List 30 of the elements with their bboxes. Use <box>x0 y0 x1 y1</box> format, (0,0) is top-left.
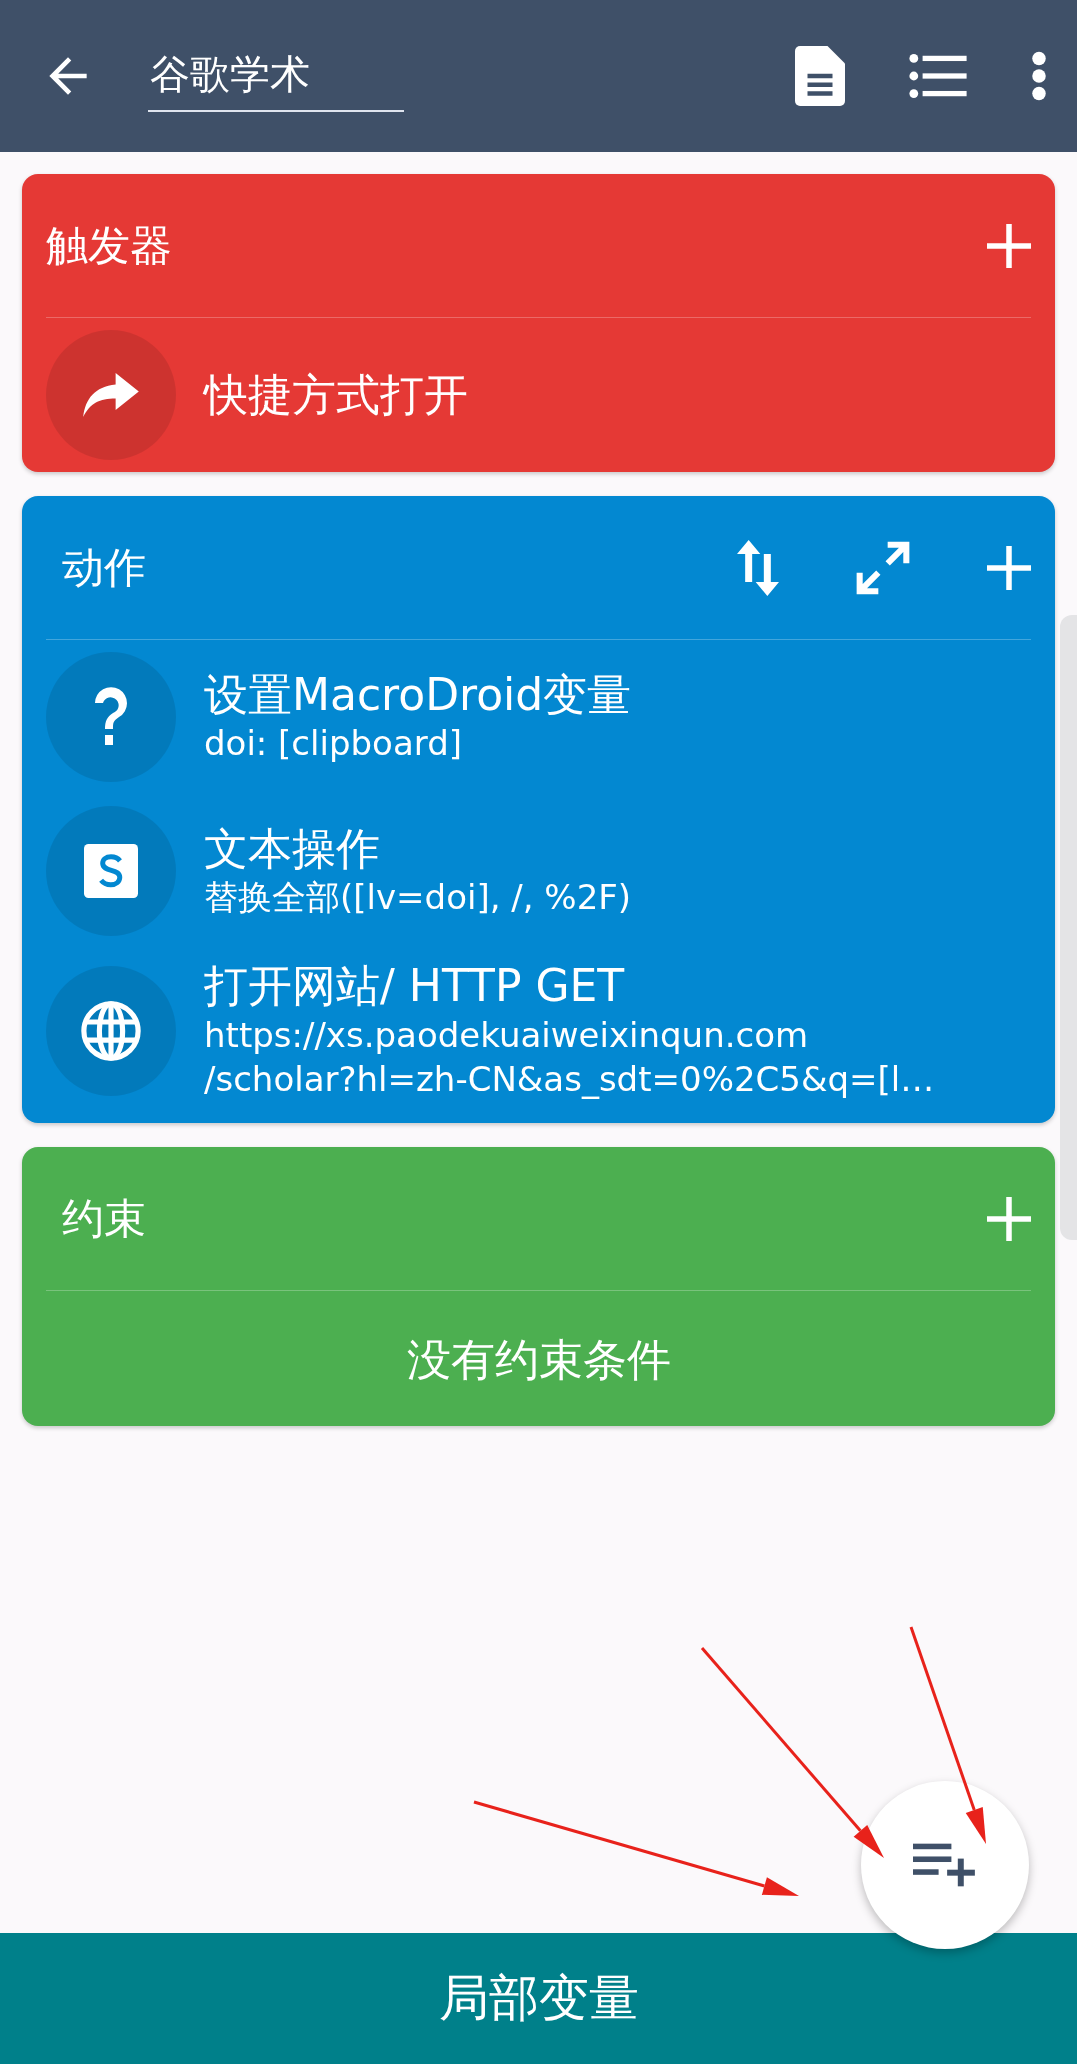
section-title: 触发器 <box>46 219 173 272</box>
globe-icon <box>80 999 142 1062</box>
text-s-icon <box>84 844 138 898</box>
list-item[interactable]: 设置MacroDroid变量 doi: [clipboard] <box>46 640 1031 794</box>
add-icon[interactable] <box>987 1196 1031 1241</box>
add-icon[interactable] <box>987 223 1031 268</box>
item-title: 打开网站/ HTTP GET <box>204 960 626 1013</box>
add-icon[interactable] <box>987 545 1031 590</box>
item-detail: https://xs.paodekuaiweixinqun.com /scholar?hl=zh-CN&as_sdt=0%2C5&q=[l… <box>204 1013 935 1101</box>
item-detail: 替换全部([lv=doi], /, %2F) <box>204 876 632 920</box>
expand-icon[interactable] <box>855 539 911 596</box>
item-detail: doi: [clipboard] <box>204 722 463 766</box>
more-options-icon[interactable] <box>1031 51 1047 101</box>
section-title: 动作 <box>61 541 147 594</box>
list-item[interactable]: 打开网站/ HTTP GET https://xs.paodekuaiweixinqun.com /scholar?hl=zh-CN&as_sdt=0%2C5&q=[l… <box>46 948 1031 1114</box>
item-title: 设置MacroDroid变量 <box>204 668 632 722</box>
sort-arrows-icon[interactable] <box>737 539 779 596</box>
list-item[interactable]: 文本操作 替换全部([lv=doi], /, %2F) <box>46 794 1031 948</box>
bottom-bar[interactable]: 局部变量 <box>0 1933 1077 2064</box>
item-title: 快捷方式打开 <box>204 368 468 422</box>
list-item[interactable]: 快捷方式打开 <box>46 318 1031 472</box>
bottom-bar-label: 局部变量 <box>438 1968 639 2029</box>
title-field[interactable]: 谷歌学术 <box>148 40 404 112</box>
list-icon[interactable] <box>909 54 967 98</box>
document-icon[interactable] <box>795 46 845 106</box>
item-title: 文本操作 <box>204 822 381 876</box>
share-arrow-icon <box>83 373 139 417</box>
playlist-add-icon <box>913 1843 977 1887</box>
section-title: 约束 <box>61 1192 147 1245</box>
empty-message: 没有约束条件 <box>405 1333 672 1388</box>
